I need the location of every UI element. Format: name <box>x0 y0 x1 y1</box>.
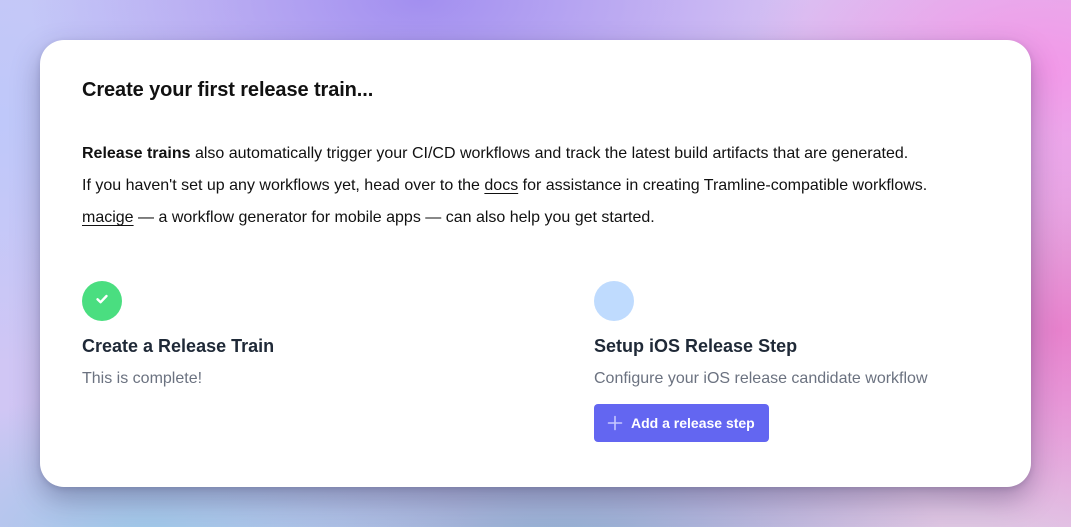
step-create-release-train: Create a Release Train This is complete! <box>82 281 274 388</box>
intro-text: Release trains also automatically trigge… <box>82 138 927 234</box>
check-icon <box>95 292 109 311</box>
intro-line-1: Release trains also automatically trigge… <box>82 138 927 170</box>
add-release-step-label: Add a release step <box>631 415 755 431</box>
step-complete-indicator <box>82 281 122 321</box>
plus-icon <box>607 415 623 431</box>
macige-link[interactable]: macige <box>82 209 134 226</box>
docs-link[interactable]: docs <box>484 177 518 194</box>
step-setup-ios-release: Setup iOS Release Step Configure your iO… <box>594 281 928 442</box>
release-trains-term: Release trains <box>82 145 191 162</box>
intro-line-3-text: — a workflow generator for mobile apps —… <box>133 209 655 226</box>
add-release-step-button[interactable]: Add a release step <box>594 404 769 442</box>
card-title: Create your first release train... <box>82 79 374 101</box>
intro-line-1-text: also automatically trigger your CI/CD wo… <box>190 145 909 162</box>
intro-line-2: If you haven't set up any workflows yet,… <box>82 170 927 202</box>
intro-line-3: macige — a workflow generator for mobile… <box>82 202 927 234</box>
onboarding-card: Create your first release train... Relea… <box>40 40 1031 487</box>
step-description: Configure your iOS release candidate wor… <box>594 370 928 387</box>
step-description: This is complete! <box>82 370 203 387</box>
step-title: Create a Release Train <box>82 336 275 356</box>
page-background: Create your first release train... Relea… <box>0 0 1071 527</box>
step-pending-indicator <box>594 281 634 321</box>
step-title: Setup iOS Release Step <box>594 336 798 356</box>
intro-line-2-after: for assistance in creating Tramline-comp… <box>518 177 928 194</box>
intro-line-2-before: If you haven't set up any workflows yet,… <box>82 177 485 194</box>
